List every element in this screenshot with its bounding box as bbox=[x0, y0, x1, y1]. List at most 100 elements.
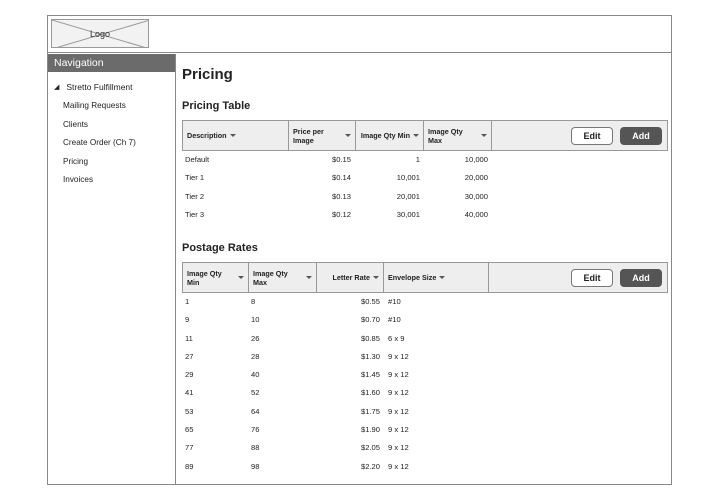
table-row[interactable]: 11 26 $0.85 6 x 9 bbox=[182, 330, 668, 348]
table-row[interactable]: 41 52 $1.60 9 x 12 bbox=[182, 384, 668, 402]
cell-envelope-size: #10 bbox=[388, 297, 401, 306]
cell-qty-max: 10,000 bbox=[464, 155, 488, 164]
cell-letter-rate: $0.85 bbox=[360, 333, 380, 343]
cell-qty-min: 1 bbox=[415, 155, 420, 164]
pricing-table-body: Default $0.15 1 10,000 Tier 1 $0.14 10,001 20,0… bbox=[182, 151, 668, 224]
cell-letter-rate: $1.75 bbox=[360, 406, 380, 416]
table-row[interactable]: Default $0.15 1 10,000 bbox=[182, 151, 668, 169]
cell-qty-max: 40,000 bbox=[464, 209, 488, 219]
postage-table-header: Image Qty Min Image Qty Max Letter Rate … bbox=[182, 262, 668, 293]
cell-letter-rate: $1.60 bbox=[360, 388, 380, 398]
postage-col-qty-max[interactable]: Image Qty Max bbox=[249, 263, 317, 292]
cell-qty-min: 27 bbox=[185, 351, 194, 361]
table-row[interactable]: Tier 3 $0.12 30,001 40,000 bbox=[182, 206, 668, 224]
sidebar-item-pricing[interactable]: Pricing bbox=[48, 153, 175, 172]
table-row[interactable]: 89 98 $2.20 9 x 12 bbox=[182, 458, 668, 476]
sort-caret-icon[interactable] bbox=[481, 134, 487, 137]
cell-envelope-size: 9 x 12 bbox=[388, 406, 409, 416]
cell-qty-max: 76 bbox=[251, 425, 260, 435]
cell-qty-max: 8 bbox=[251, 297, 256, 306]
pricing-col-price-per-image[interactable]: Price per Image bbox=[289, 121, 356, 150]
cell-qty-max: 10 bbox=[251, 315, 260, 325]
postage-edit-button[interactable]: Edit bbox=[571, 269, 613, 287]
sidebar: Navigation ◢ Stretto Fulfillment Mailing… bbox=[48, 54, 176, 484]
logo[interactable]: Logo bbox=[51, 19, 149, 48]
cell-envelope-size: 6 x 9 bbox=[388, 333, 405, 343]
cell-qty-max: 26 bbox=[251, 333, 260, 343]
sort-caret-icon[interactable] bbox=[439, 276, 446, 279]
sidebar-item-invoices[interactable]: Invoices bbox=[48, 171, 175, 190]
table-row[interactable]: 1 8 $0.55 #10 bbox=[182, 293, 668, 311]
table-row[interactable]: 65 76 $1.90 9 x 12 bbox=[182, 421, 668, 439]
cell-qty-min: 29 bbox=[185, 370, 194, 380]
table-row[interactable]: 77 88 $2.05 9 x 12 bbox=[182, 439, 668, 457]
app-frame: Logo Navigation ◢ Stretto Fulfillment Ma… bbox=[47, 15, 672, 485]
cell-letter-rate: $1.30 bbox=[360, 351, 380, 361]
pricing-col-qty-max[interactable]: Image Qty Max bbox=[424, 121, 492, 150]
sort-caret-icon[interactable] bbox=[413, 134, 419, 137]
table-row[interactable]: 9 10 $0.70 #10 bbox=[182, 311, 668, 329]
logo-label: Logo bbox=[89, 28, 111, 39]
main-content: Pricing Pricing Table Description Price … bbox=[182, 54, 671, 484]
cell-description: Default bbox=[185, 155, 210, 164]
postage-col-qty-min[interactable]: Image Qty Min bbox=[183, 263, 249, 292]
cell-envelope-size: 9 x 12 bbox=[388, 443, 409, 453]
cell-qty-min: 1 bbox=[185, 297, 190, 306]
postage-col-letter-rate[interactable]: Letter Rate bbox=[317, 263, 384, 292]
cell-price-per-image: $0.15 bbox=[331, 155, 351, 164]
page-title: Pricing bbox=[182, 66, 233, 83]
pricing-col-qty-min[interactable]: Image Qty Min bbox=[356, 121, 424, 150]
cell-envelope-size: 9 x 12 bbox=[388, 370, 409, 380]
table-row[interactable]: Tier 2 $0.13 20,001 30,000 bbox=[182, 188, 668, 206]
cell-price-per-image: $0.12 bbox=[331, 209, 351, 219]
cell-qty-min: 77 bbox=[185, 443, 194, 453]
cell-qty-max: 64 bbox=[251, 406, 260, 416]
cell-price-per-image: $0.14 bbox=[331, 173, 351, 183]
cell-qty-min: 53 bbox=[185, 406, 194, 416]
cell-envelope-size: 9 x 12 bbox=[388, 461, 409, 471]
cell-qty-min: 30,001 bbox=[396, 209, 420, 219]
cell-qty-min: 10,001 bbox=[396, 173, 420, 183]
cell-qty-max: 30,000 bbox=[464, 191, 488, 201]
sidebar-group-label: Stretto Fulfillment bbox=[66, 82, 133, 92]
table-row[interactable]: 53 64 $1.75 9 x 12 bbox=[182, 403, 668, 421]
triangle-expanded-icon[interactable]: ◢ bbox=[54, 83, 59, 91]
cell-qty-min: 20,001 bbox=[396, 191, 420, 201]
table-row[interactable]: 29 40 $1.45 9 x 12 bbox=[182, 366, 668, 384]
cell-envelope-size: 9 x 12 bbox=[388, 425, 409, 435]
postage-add-button[interactable]: Add bbox=[620, 269, 662, 287]
sidebar-item-create-order[interactable]: Create Order (Ch 7) bbox=[48, 134, 175, 153]
cell-description: Tier 2 bbox=[185, 191, 205, 201]
pricing-edit-button[interactable]: Edit bbox=[571, 127, 613, 145]
cell-letter-rate: $0.55 bbox=[360, 297, 380, 306]
sort-caret-icon[interactable] bbox=[238, 276, 244, 279]
cell-envelope-size: #10 bbox=[388, 315, 401, 325]
sidebar-item-mailing-requests[interactable]: Mailing Requests bbox=[48, 97, 175, 116]
postage-col-envelope-size[interactable]: Envelope Size bbox=[384, 263, 489, 292]
table-row[interactable]: Tier 1 $0.14 10,001 20,000 bbox=[182, 169, 668, 187]
cell-letter-rate: $1.90 bbox=[360, 425, 380, 435]
sidebar-group-stretto[interactable]: ◢ Stretto Fulfillment bbox=[48, 72, 175, 92]
cell-letter-rate: $2.05 bbox=[360, 443, 380, 453]
cell-price-per-image: $0.13 bbox=[331, 191, 351, 201]
cell-qty-max: 98 bbox=[251, 461, 260, 471]
pricing-col-description[interactable]: Description bbox=[183, 121, 289, 150]
sidebar-item-clients[interactable]: Clients bbox=[48, 116, 175, 135]
cell-qty-max: 20,000 bbox=[464, 173, 488, 183]
cell-qty-max: 52 bbox=[251, 388, 260, 398]
pricing-add-button[interactable]: Add bbox=[620, 127, 662, 145]
cell-qty-max: 28 bbox=[251, 351, 260, 361]
cell-letter-rate: $1.45 bbox=[360, 370, 380, 380]
sidebar-title: Navigation bbox=[48, 54, 175, 72]
cell-qty-min: 11 bbox=[185, 333, 193, 343]
sort-caret-icon[interactable] bbox=[345, 134, 351, 137]
cell-description: Tier 1 bbox=[185, 173, 205, 183]
cell-letter-rate: $2.20 bbox=[360, 461, 380, 471]
sort-caret-icon[interactable] bbox=[306, 276, 312, 279]
table-row[interactable]: 27 28 $1.30 9 x 12 bbox=[182, 348, 668, 366]
sort-caret-icon[interactable] bbox=[373, 276, 379, 279]
cell-envelope-size: 9 x 12 bbox=[388, 351, 409, 361]
cell-qty-min: 9 bbox=[185, 315, 190, 325]
sort-caret-icon[interactable] bbox=[229, 134, 236, 137]
cell-envelope-size: 9 x 12 bbox=[388, 388, 409, 398]
